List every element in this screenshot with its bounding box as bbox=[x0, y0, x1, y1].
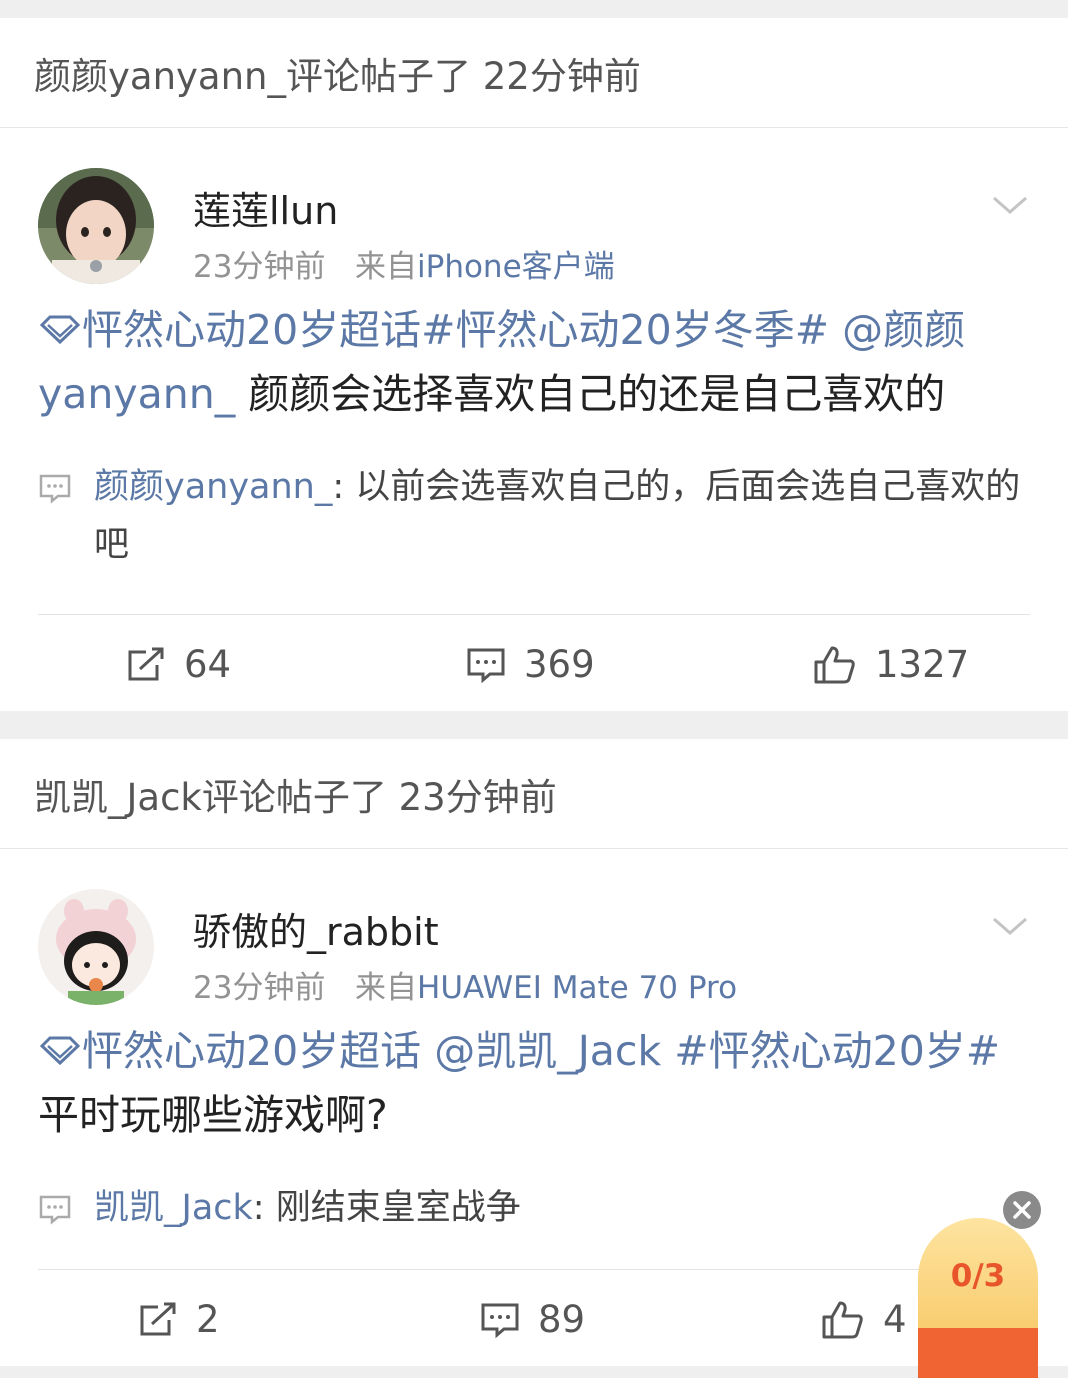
post-text: 颜颜会选择喜欢自己的还是自己喜欢的 bbox=[248, 370, 946, 418]
username[interactable]: 骄傲的_rabbit bbox=[193, 901, 439, 956]
avatar[interactable] bbox=[38, 168, 154, 284]
post-content: 怦然心动20岁超话#怦然心动20岁冬季# @颜颜yanyann_ 颜颜会选择喜欢… bbox=[38, 288, 1030, 426]
hashtag-link[interactable]: #怦然心动20岁冬季# bbox=[421, 306, 829, 354]
like-count: 1327 bbox=[875, 643, 970, 686]
repost-count: 2 bbox=[196, 1298, 220, 1341]
thumbs-up-icon bbox=[814, 646, 855, 683]
post-meta: 23分钟前 来自HUAWEI Mate 70 Pro bbox=[193, 962, 737, 1007]
reply-preview[interactable]: 颜颜yanyann_: 以前会选喜欢自己的，后面会选自己喜欢的吧 bbox=[38, 458, 1030, 574]
hashtag-link[interactable]: #怦然心动20岁# bbox=[674, 1027, 1000, 1075]
source-device[interactable]: HUAWEI Mate 70 Pro bbox=[417, 970, 737, 1006]
reply-text: : 刚结束皇室战争 bbox=[252, 1188, 521, 1228]
floating-task-badge[interactable]: 0/3 bbox=[918, 1218, 1038, 1378]
post[interactable]: 莲莲llun 23分钟前 来自iPhone客户端 怦然心动20岁超话#怦然心动2… bbox=[0, 128, 1068, 711]
comment-icon bbox=[481, 1303, 519, 1338]
like-button[interactable]: 4 bbox=[821, 1298, 907, 1341]
repost-button[interactable]: 2 bbox=[138, 1298, 220, 1341]
activity-header: 凯凯_Jack评论帖子了 23分钟前 bbox=[0, 739, 1068, 849]
thumbs-up-icon bbox=[822, 1301, 863, 1338]
repost-button[interactable]: 64 bbox=[126, 643, 231, 686]
reply-preview[interactable]: 凯凯_Jack: 刚结束皇室战争 bbox=[38, 1179, 1030, 1237]
source-device[interactable]: iPhone客户端 bbox=[417, 249, 615, 285]
source-prefix: 来自 bbox=[355, 970, 418, 1006]
activity-header: 颜颜yanyann_评论帖子了 22分钟前 bbox=[0, 18, 1068, 128]
mention-link[interactable]: @凯凯_Jack bbox=[434, 1027, 661, 1075]
reply-author[interactable]: 凯凯_Jack bbox=[94, 1188, 253, 1228]
reply-author[interactable]: 颜颜yanyann_ bbox=[94, 467, 332, 507]
super-topic-link[interactable]: 怦然心动20岁超话 bbox=[82, 1027, 421, 1075]
comment-count: 89 bbox=[538, 1298, 586, 1341]
repost-icon bbox=[128, 647, 164, 680]
source-prefix: 来自 bbox=[355, 249, 418, 285]
feed-card: 颜颜yanyann_评论帖子了 22分钟前 莲莲llun 23分钟前 来自iPh… bbox=[0, 18, 1068, 711]
comment-button[interactable]: 369 bbox=[466, 643, 595, 686]
username[interactable]: 莲莲llun bbox=[193, 180, 338, 235]
avatar[interactable] bbox=[38, 889, 154, 1005]
close-icon[interactable] bbox=[1003, 1191, 1041, 1229]
super-topic-link[interactable]: 怦然心动20岁超话 bbox=[82, 306, 421, 354]
super-topic-icon bbox=[39, 1036, 81, 1066]
comment-button[interactable]: 89 bbox=[480, 1298, 585, 1341]
comment-icon bbox=[39, 1195, 71, 1225]
post[interactable]: 骄傲的_rabbit 23分钟前 来自HUAWEI Mate 70 Pro 怦然… bbox=[0, 849, 1068, 1366]
like-count: 4 bbox=[883, 1298, 907, 1341]
repost-icon bbox=[140, 1302, 176, 1335]
post-time: 23分钟前 bbox=[193, 970, 326, 1006]
action-bar: 64 369 1327 bbox=[38, 615, 1030, 711]
comment-icon bbox=[467, 648, 505, 683]
post-meta: 23分钟前 来自iPhone客户端 bbox=[193, 241, 615, 286]
post-time: 23分钟前 bbox=[193, 249, 326, 285]
task-counter: 0/3 bbox=[950, 1258, 1006, 1294]
post-content: 怦然心动20岁超话 @凯凯_Jack #怦然心动20岁# 平时玩哪些游戏啊? bbox=[38, 1009, 1030, 1147]
like-button[interactable]: 1327 bbox=[813, 643, 969, 686]
chevron-down-icon[interactable] bbox=[990, 911, 1030, 941]
feed-card: 凯凯_Jack评论帖子了 23分钟前 骄傲的_rabbit 23分钟前 来自HU… bbox=[0, 739, 1068, 1366]
repost-count: 64 bbox=[184, 643, 232, 686]
comment-icon bbox=[39, 474, 71, 504]
comment-count: 369 bbox=[524, 643, 595, 686]
super-topic-icon bbox=[39, 315, 81, 345]
chevron-down-icon[interactable] bbox=[990, 190, 1030, 220]
post-text: 平时玩哪些游戏啊? bbox=[38, 1091, 388, 1139]
action-bar: 2 89 4 bbox=[38, 1270, 1030, 1366]
